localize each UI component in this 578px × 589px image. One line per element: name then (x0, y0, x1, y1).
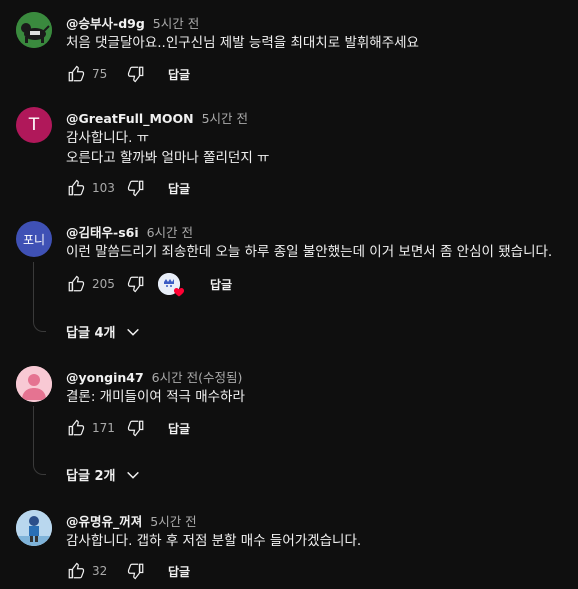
like-count: 171 (92, 421, 115, 435)
comment-line: 감사합니다. 갭하 후 저점 분할 매수 들어가겠습니다. (66, 533, 362, 549)
heart-icon (173, 288, 185, 297)
like-button[interactable] (66, 418, 86, 438)
thumbs-down-icon (127, 420, 144, 437)
like-count: 75 (92, 67, 108, 81)
comment-actions: 205 답글 (66, 272, 232, 297)
thumbs-down-icon (127, 563, 144, 580)
author-name[interactable]: @yongin47 (66, 370, 144, 385)
character-icon (16, 510, 52, 546)
comment-text: 감사합니다. ㅠ 오른다고 할까봐 얼마나 쫄리던지 ㅠ (66, 128, 269, 168)
creator-heart-badge (158, 273, 185, 297)
timestamp[interactable]: 6시간 전(수정됨) (152, 370, 243, 385)
comment-actions: 171 답글 (66, 416, 190, 440)
thumbs-up-icon (68, 275, 85, 292)
reply-button[interactable]: 답글 (168, 420, 190, 437)
author-name[interactable]: @유명유_꺼져 (66, 514, 142, 529)
comment-actions: 75 답글 (66, 62, 190, 86)
thumbs-up-icon (68, 65, 85, 82)
like-count: 205 (92, 277, 115, 291)
thread-connector (33, 406, 46, 475)
comment-line: 이런 말씀드리기 죄송한데 오늘 하루 종일 불안했는데 이거 보면서 좀 안심… (66, 244, 553, 260)
avatar[interactable] (16, 12, 52, 48)
comment-text: 처음 댓글달아요..인구신님 제발 능력을 최대치로 발휘해주세요 (66, 33, 419, 53)
dislike-button[interactable] (126, 418, 146, 438)
author-name[interactable]: @GreatFull_MOON (66, 111, 194, 126)
avatar[interactable] (16, 510, 52, 546)
comment-meta: @유명유_꺼져 5시간 전 (66, 511, 197, 530)
thread-connector (33, 262, 46, 332)
like-button[interactable] (66, 561, 86, 581)
thumbs-down-icon (127, 276, 144, 293)
comment-meta: @승부사-d9g 5시간 전 (66, 13, 199, 32)
timestamp[interactable]: 6시간 전 (147, 225, 193, 240)
dislike-button[interactable] (126, 64, 146, 84)
dislike-button[interactable] (126, 178, 146, 198)
comment-line: 처음 댓글달아요..인구신님 제발 능력을 최대치로 발휘해주세요 (66, 35, 419, 51)
timestamp[interactable]: 5시간 전 (150, 514, 196, 529)
thumbs-up-icon (68, 562, 85, 579)
comment-line: 감사합니다. ㅠ (66, 130, 150, 146)
avatar[interactable]: 포니 (16, 221, 52, 257)
view-replies-button[interactable]: 답글 4개 (66, 322, 141, 341)
avatar[interactable]: T (16, 107, 52, 143)
like-count: 103 (92, 181, 115, 195)
dislike-button[interactable] (126, 274, 146, 294)
chevron-down-icon (127, 328, 140, 336)
reply-button[interactable]: 답글 (210, 276, 232, 293)
thumbs-down-icon (127, 66, 144, 83)
comment-line: 오른다고 할까봐 얼마나 쫄리던지 ㅠ (66, 150, 270, 166)
thumbs-down-icon (127, 180, 144, 197)
comment-meta: @GreatFull_MOON 5시간 전 (66, 108, 248, 127)
replies-count-label: 답글 4개 (66, 326, 116, 341)
replies-count-label: 답글 2개 (66, 469, 116, 484)
author-name[interactable]: @김태우-s6i (66, 225, 139, 240)
timestamp[interactable]: 5시간 전 (153, 16, 199, 31)
thumbs-up-icon (68, 419, 85, 436)
person-icon (16, 366, 52, 402)
thumbs-up-icon (68, 179, 85, 196)
like-button[interactable] (66, 274, 86, 294)
dog-icon (16, 12, 52, 48)
comment-actions: 103 답글 (66, 176, 190, 200)
avatar[interactable] (16, 366, 52, 402)
comment-text: 감사합니다. 갭하 후 저점 분할 매수 들어가겠습니다. (66, 531, 361, 551)
like-button[interactable] (66, 64, 86, 84)
like-count: 32 (92, 564, 108, 578)
view-replies-button[interactable]: 답글 2개 (66, 465, 141, 484)
author-name[interactable]: @승부사-d9g (66, 16, 145, 31)
comment-meta: @yongin47 6시간 전(수정됨) (66, 367, 242, 386)
comment-text: 결론: 개미들이여 적극 매수하라 (66, 387, 245, 407)
avatar-letter: T (28, 115, 40, 135)
chevron-down-icon (127, 471, 140, 479)
reply-button[interactable]: 답글 (168, 66, 190, 83)
comment-actions: 32 답글 (66, 559, 190, 583)
timestamp[interactable]: 5시간 전 (202, 111, 248, 126)
comment-meta: @김태우-s6i 6시간 전 (66, 222, 193, 241)
reply-button[interactable]: 답글 (168, 563, 190, 580)
dislike-button[interactable] (126, 561, 146, 581)
comment-line: 결론: 개미들이여 적극 매수하라 (66, 389, 245, 405)
like-button[interactable] (66, 178, 86, 198)
avatar-letter: 포니 (22, 232, 46, 247)
reply-button[interactable]: 답글 (168, 180, 190, 197)
comment-text: 이런 말씀드리기 죄송한데 오늘 하루 종일 불안했는데 이거 보면서 좀 안심… (66, 242, 552, 262)
